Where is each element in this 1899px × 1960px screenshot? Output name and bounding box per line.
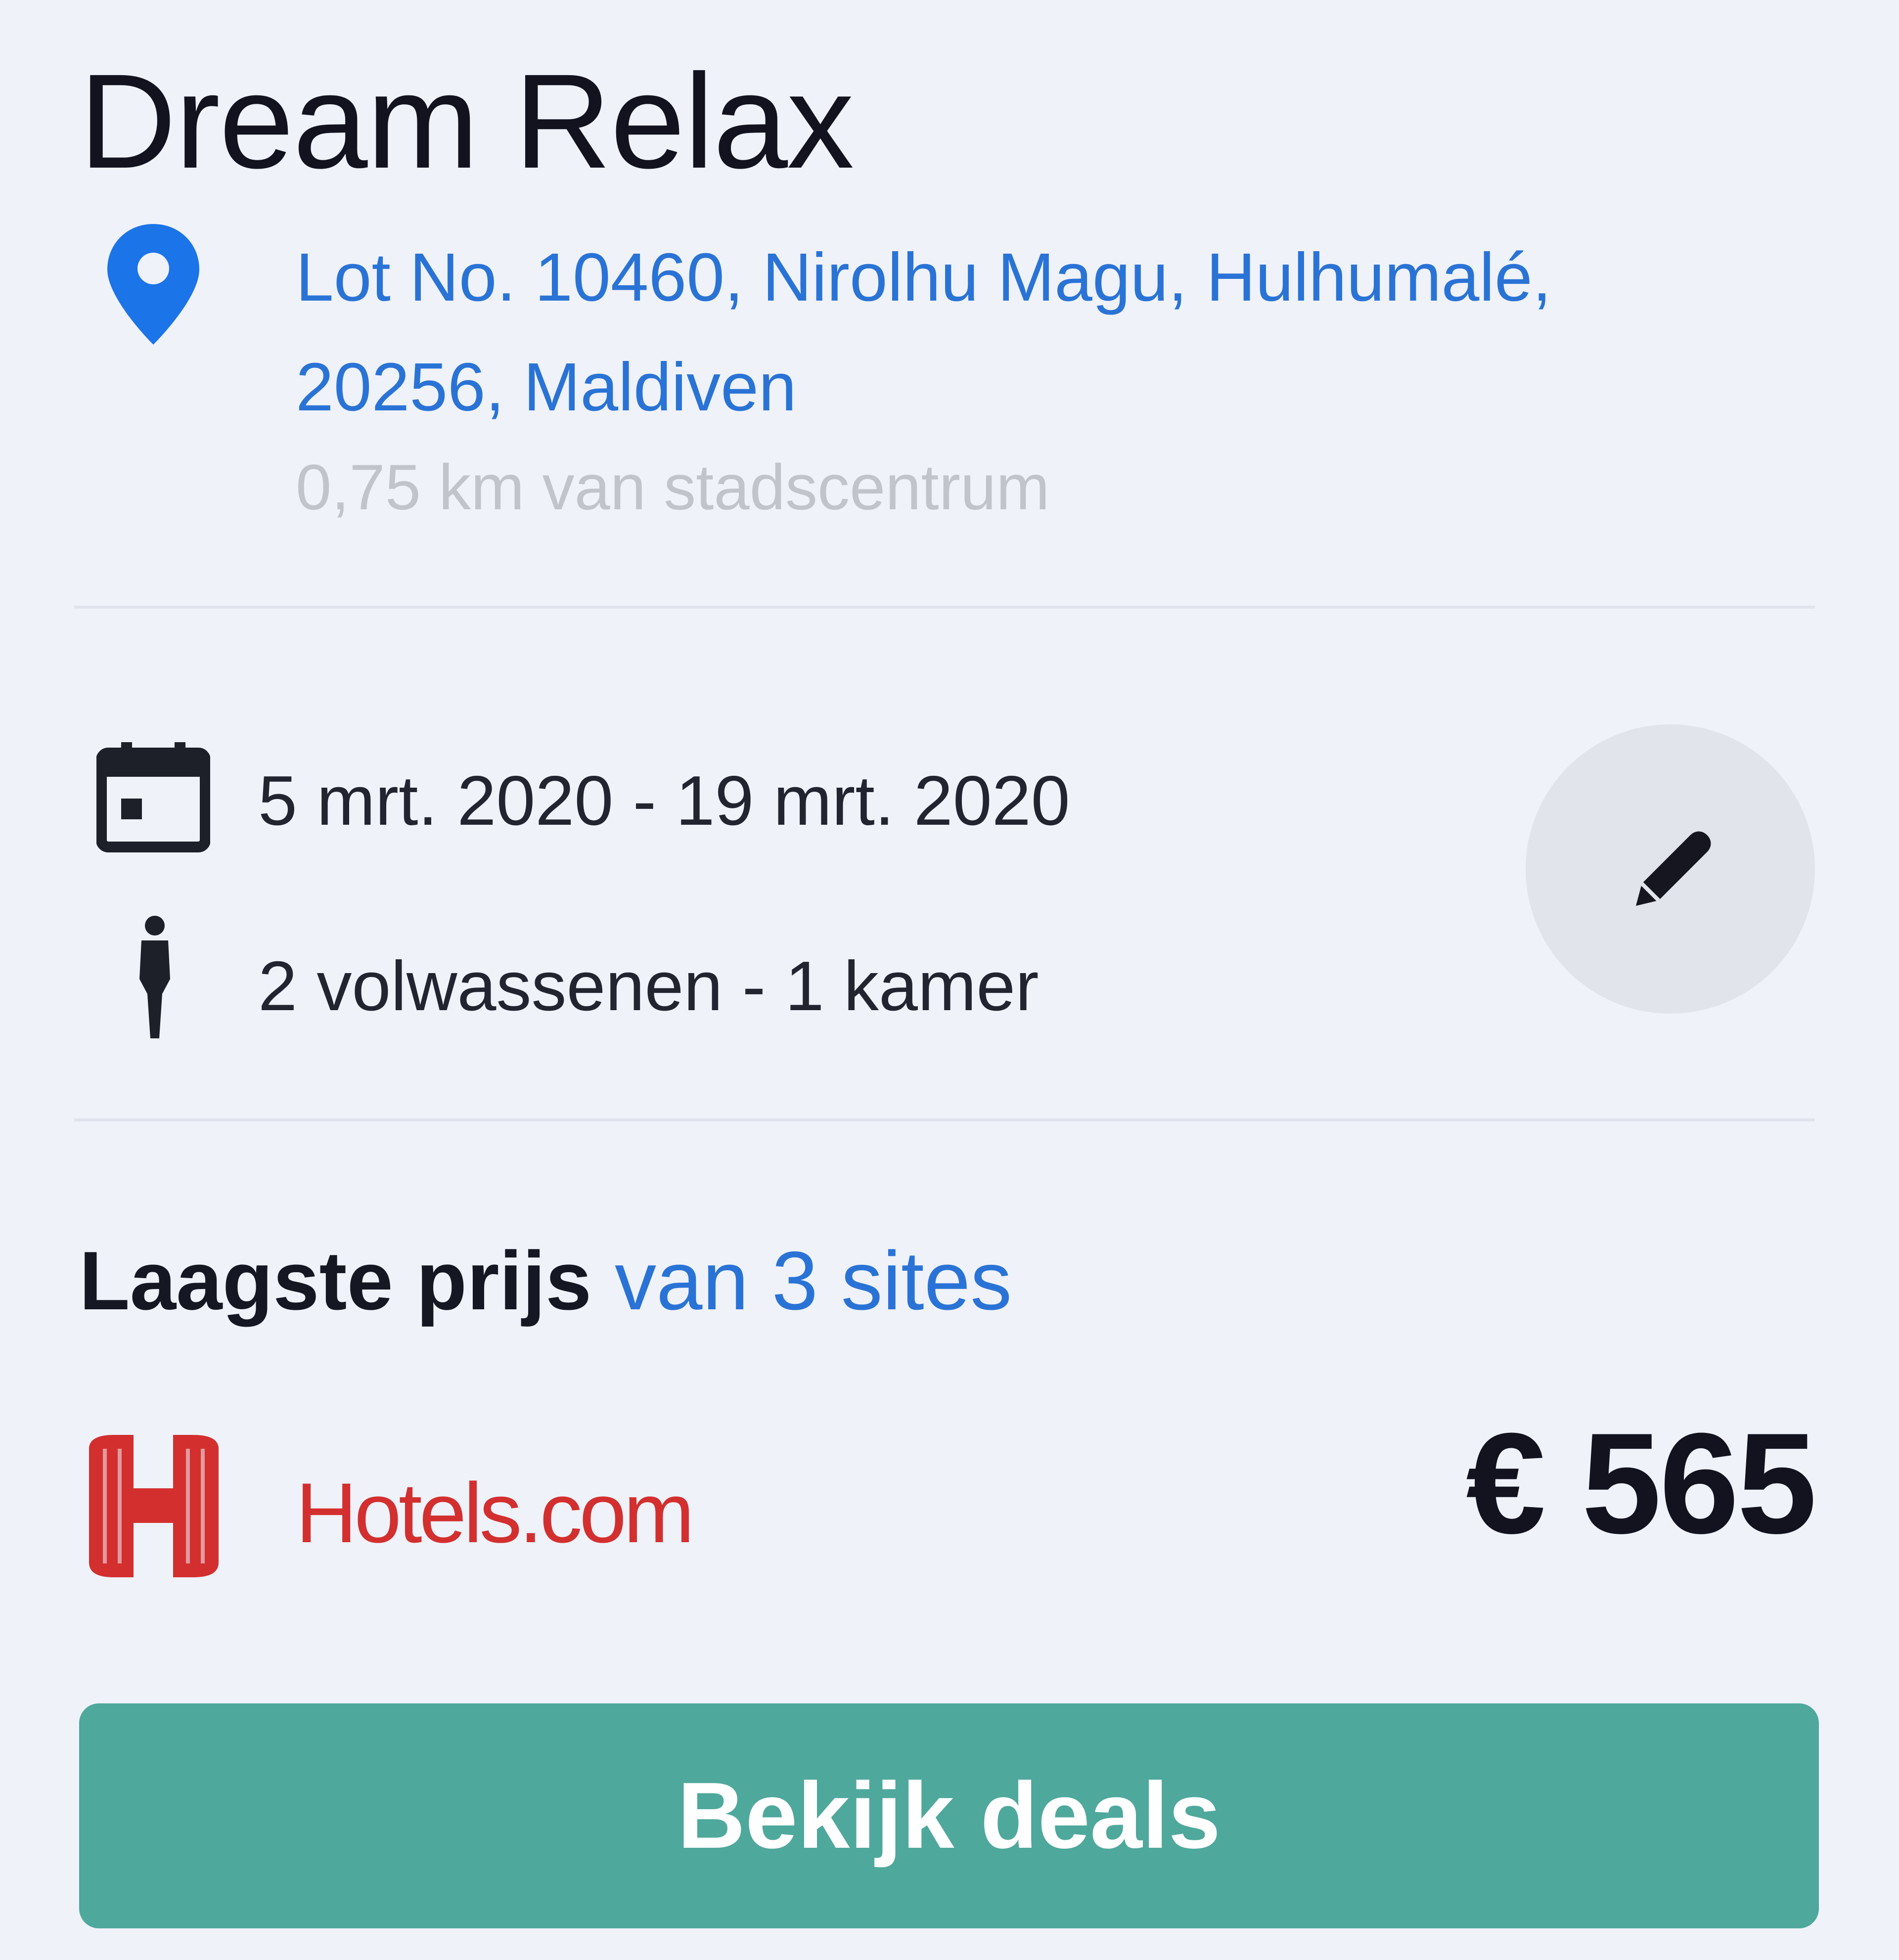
hotel-name: Dream Relax	[79, 46, 854, 196]
pencil-icon	[1636, 831, 1711, 906]
lowest-price-label: Laagste prijs	[79, 1234, 592, 1327]
view-deals-button[interactable]: Bekijk deals	[79, 1703, 1819, 1928]
person-icon	[139, 916, 170, 1038]
stay-guests: 2 volwassenen - 1 kamer	[258, 947, 1039, 1025]
lowest-price-heading: Laagste prijs van 3 sites	[79, 1226, 1012, 1335]
hotel-card: Dream Relax Lot No. 10460, Nirolhu Magu,…	[0, 0, 1899, 1960]
lowest-price-value: € 565	[1466, 1403, 1817, 1563]
hotel-address-link[interactable]: Lot No. 10460, Nirolhu Magu, Hulhumalé, …	[296, 223, 1680, 442]
edit-search-button[interactable]	[1526, 724, 1815, 1014]
provider-name: Hotels.com	[296, 1466, 694, 1560]
stay-dates: 5 mrt. 2020 - 19 mrt. 2020	[258, 761, 1070, 840]
calendar-icon	[96, 742, 210, 852]
hotels-com-logo	[89, 1435, 219, 1577]
divider	[74, 606, 1815, 609]
sites-count-link[interactable]: van 3 sites	[615, 1234, 1012, 1327]
divider	[74, 1118, 1815, 1121]
map-pin-icon	[107, 224, 199, 345]
distance-to-center: 0,75 km van stadscentrum	[296, 451, 1050, 523]
